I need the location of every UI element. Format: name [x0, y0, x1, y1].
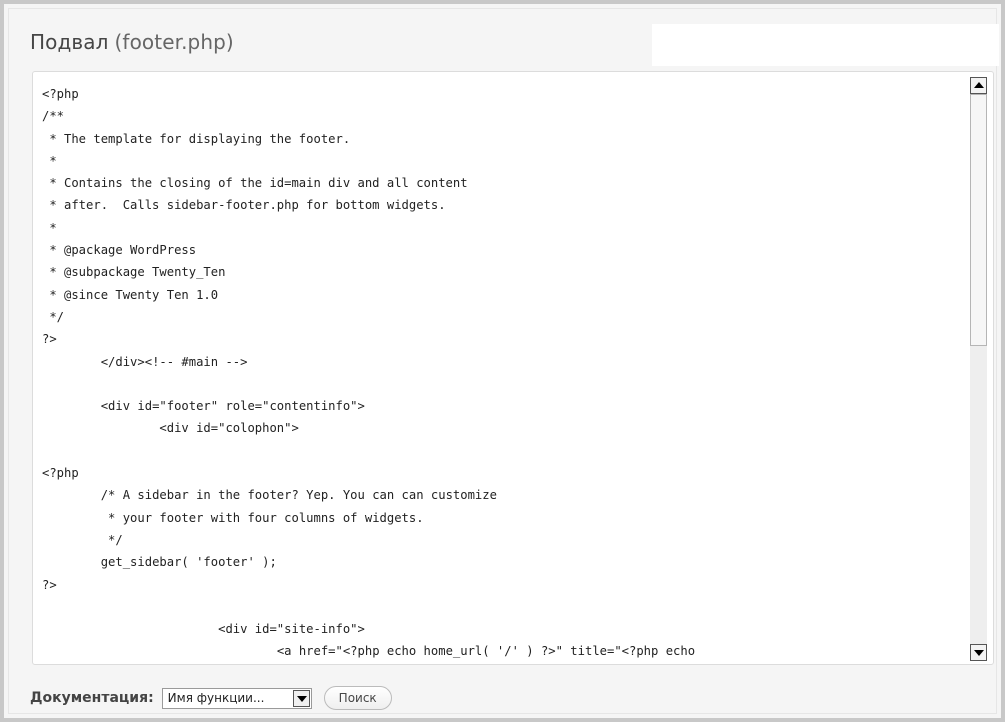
search-button[interactable]: Поиск [323, 686, 392, 710]
code-text[interactable]: <?php /** * The template for displaying … [42, 83, 962, 663]
documentation-label: Документация: [30, 690, 154, 706]
scroll-up-button[interactable] [970, 77, 987, 94]
file-title: Подвал (footer.php) [30, 30, 234, 54]
function-name-select-value: Имя функции... [167, 691, 265, 705]
function-name-select[interactable]: Имя функции... [161, 687, 312, 709]
file-title-label: Подвал [30, 30, 109, 54]
arrow-up-icon [974, 82, 984, 88]
chevron-down-icon [296, 695, 307, 702]
theme-editor-panel: Подвал (footer.php) <?php /** * The templ… [0, 0, 1005, 722]
scrollbar-thumb[interactable] [970, 94, 987, 346]
documentation-row: Документация: Имя функции... Поиск [30, 685, 392, 711]
header-blank-area [652, 24, 999, 66]
select-dropdown-button[interactable] [292, 689, 310, 707]
arrow-down-icon [974, 650, 984, 656]
code-editor[interactable]: <?php /** * The template for displaying … [32, 71, 994, 665]
vertical-scrollbar[interactable] [970, 77, 987, 661]
scroll-down-button[interactable] [970, 644, 987, 661]
file-name: (footer.php) [114, 30, 234, 54]
